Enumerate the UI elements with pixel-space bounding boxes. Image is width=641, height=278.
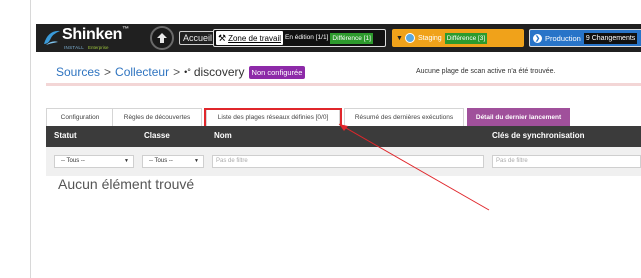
annotation-arrow bbox=[338, 123, 490, 211]
annotation-arrow-line bbox=[338, 123, 490, 211]
annotation-arrow-head bbox=[339, 124, 348, 131]
